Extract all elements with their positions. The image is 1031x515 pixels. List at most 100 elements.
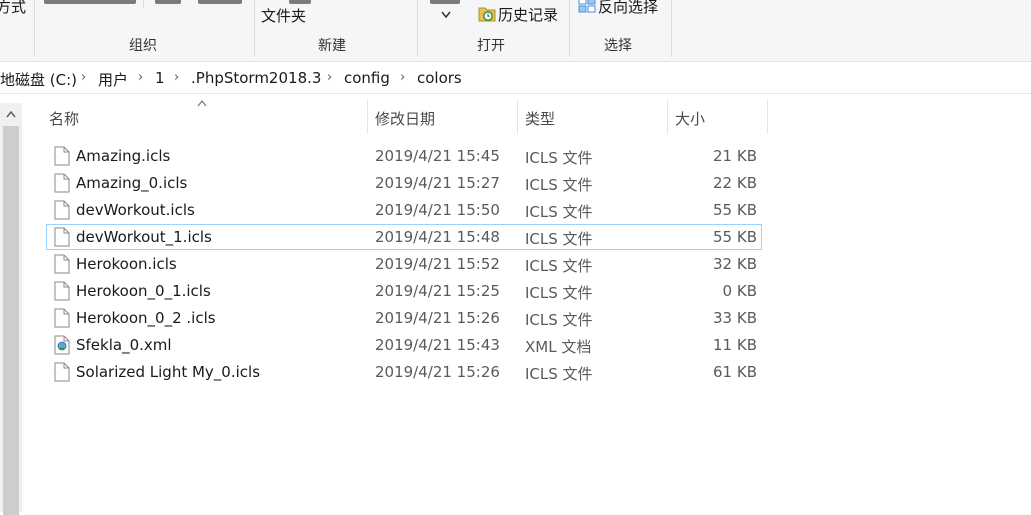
file-type: ICLS 文件 (525, 365, 593, 383)
column-divider[interactable] (517, 100, 518, 134)
file-row[interactable]: Herokoon_0_1.icls 2019/4/21 15:25 ICLS 文件 0… (46, 278, 762, 304)
file-size: 55 KB (713, 228, 757, 246)
file-size: 33 KB (713, 309, 757, 327)
ribbon-divider (417, 0, 418, 57)
chevron-right-icon[interactable]: › (138, 70, 143, 85)
file-modified-date: 2019/4/21 15:50 (375, 201, 500, 219)
file-icon (54, 200, 70, 224)
column-divider[interactable] (667, 100, 668, 134)
file-modified-date: 2019/4/21 15:43 (375, 336, 500, 354)
file-type: ICLS 文件 (525, 176, 593, 194)
file-modified-date: 2019/4/21 15:27 (375, 174, 500, 192)
breadcrumb: 地磁盘 (C:) › 用户 › 1 › .PhpStorm2018.3 › co… (0, 62, 1031, 94)
file-name: devWorkout_1.icls (76, 228, 212, 246)
breadcrumb-item-phpstorm[interactable]: .PhpStorm2018.3 (191, 69, 321, 87)
file-icon (54, 308, 70, 332)
ribbon-cut-control[interactable] (44, 0, 136, 4)
file-row[interactable]: Sfekla_0.xml 2019/4/21 15:43 XML 文档 11 KB (46, 332, 762, 358)
breadcrumb-item-colors[interactable]: colors (417, 69, 462, 87)
file-name: Amazing.icls (76, 147, 171, 165)
file-icon (54, 281, 70, 305)
breadcrumb-item-drive[interactable]: 地磁盘 (C:) (0, 69, 77, 90)
file-row[interactable]: Herokoon.icls 2019/4/21 15:52 ICLS 文件 32 KB (46, 251, 762, 277)
scroll-up-arrow-icon[interactable] (0, 103, 22, 125)
scrollbar-thumb[interactable] (3, 126, 19, 515)
file-modified-date: 2019/4/21 15:48 (375, 228, 500, 246)
file-modified-date: 2019/4/21 15:25 (375, 282, 500, 300)
ribbon-cut-control[interactable] (289, 0, 311, 4)
file-row[interactable]: Herokoon_0_2 .icls 2019/4/21 15:26 ICLS 文件… (46, 305, 762, 331)
column-header-type[interactable]: 类型 (525, 108, 555, 129)
file-type: ICLS 文件 (525, 284, 593, 302)
history-icon (478, 4, 496, 26)
ribbon-divider (143, 0, 144, 8)
ribbon: 方式 文件夹 历史记录 反向选择 组织 新建 打开 选择 (0, 0, 1031, 62)
file-size: 55 KB (713, 201, 757, 219)
ribbon-group-organize: 组织 (129, 38, 157, 54)
file-size: 21 KB (713, 147, 757, 165)
column-divider[interactable] (767, 100, 768, 134)
file-row[interactable]: Solarized Light My_0.icls 2019/4/21 15:26… (46, 359, 762, 385)
file-name: devWorkout.icls (76, 201, 195, 219)
column-header-size[interactable]: 大小 (675, 108, 705, 129)
ribbon-group-select: 选择 (604, 38, 632, 54)
column-header-name[interactable]: 名称 (49, 108, 79, 129)
file-row[interactable]: Amazing_0.icls 2019/4/21 15:27 ICLS 文件 22 K… (46, 170, 762, 196)
dropdown-arrow-icon[interactable] (441, 4, 451, 23)
chevron-right-icon[interactable]: › (400, 70, 405, 85)
file-modified-date: 2019/4/21 15:52 (375, 255, 500, 273)
chevron-right-icon[interactable]: › (81, 70, 86, 85)
sort-ascending-icon (197, 96, 207, 110)
ribbon-divider (569, 0, 570, 57)
file-row[interactable]: Amazing.icls 2019/4/21 15:45 ICLS 文件 21 KB (46, 143, 762, 169)
file-row[interactable]: devWorkout_1.icls 2019/4/21 15:48 ICLS 文件 5… (46, 224, 762, 250)
file-icon (54, 146, 70, 170)
ribbon-cut-control[interactable] (155, 0, 181, 4)
ribbon-cut-control[interactable] (198, 0, 242, 4)
chevron-right-icon[interactable]: › (327, 70, 332, 85)
chevron-right-icon[interactable]: › (174, 70, 179, 85)
file-size: 32 KB (713, 255, 757, 273)
file-row[interactable]: devWorkout.icls 2019/4/21 15:50 ICLS 文件 55 … (46, 197, 762, 223)
file-type: ICLS 文件 (525, 311, 593, 329)
file-name: Herokoon_0_2 .icls (76, 309, 216, 327)
file-name: Herokoon_0_1.icls (76, 282, 211, 300)
file-icon (54, 362, 70, 386)
breadcrumb-item-users[interactable]: 用户 (98, 69, 128, 90)
file-name: Amazing_0.icls (76, 174, 188, 192)
file-icon (54, 227, 70, 251)
file-name: Herokoon.icls (76, 255, 177, 273)
file-modified-date: 2019/4/21 15:45 (375, 147, 500, 165)
file-size: 61 KB (713, 363, 757, 381)
file-icon (54, 254, 70, 278)
file-name: Solarized Light My_0.icls (76, 363, 261, 381)
breadcrumb-item-config[interactable]: config (344, 69, 390, 87)
new-folder-button[interactable]: 文件夹 (261, 5, 306, 26)
invert-selection-button[interactable]: 反向选择 (598, 0, 658, 17)
file-icon (54, 173, 70, 197)
ribbon-partial-label[interactable]: 方式 (0, 0, 26, 17)
column-header-date[interactable]: 修改日期 (375, 108, 435, 129)
file-type: XML 文档 (525, 338, 592, 356)
breadcrumb-item-user[interactable]: 1 (155, 69, 165, 87)
column-divider[interactable] (367, 100, 368, 134)
file-type: ICLS 文件 (525, 203, 593, 221)
ribbon-divider (34, 0, 35, 57)
file-modified-date: 2019/4/21 15:26 (375, 309, 500, 327)
file-size: 22 KB (713, 174, 757, 192)
file-modified-date: 2019/4/21 15:26 (375, 363, 500, 381)
ribbon-divider (671, 0, 672, 57)
file-type: ICLS 文件 (525, 149, 593, 167)
file-name: Sfekla_0.xml (76, 336, 172, 354)
file-type: ICLS 文件 (525, 257, 593, 275)
ribbon-divider (254, 0, 255, 57)
xml-file-icon (54, 335, 70, 359)
vertical-scrollbar[interactable] (0, 103, 22, 515)
file-size: 11 KB (713, 336, 757, 354)
file-type: ICLS 文件 (525, 230, 593, 248)
history-button[interactable]: 历史记录 (498, 4, 558, 25)
invert-selection-icon (578, 0, 596, 17)
ribbon-group-new: 新建 (318, 38, 346, 54)
ribbon-group-open: 打开 (477, 38, 505, 54)
file-size: 0 KB (722, 282, 757, 300)
